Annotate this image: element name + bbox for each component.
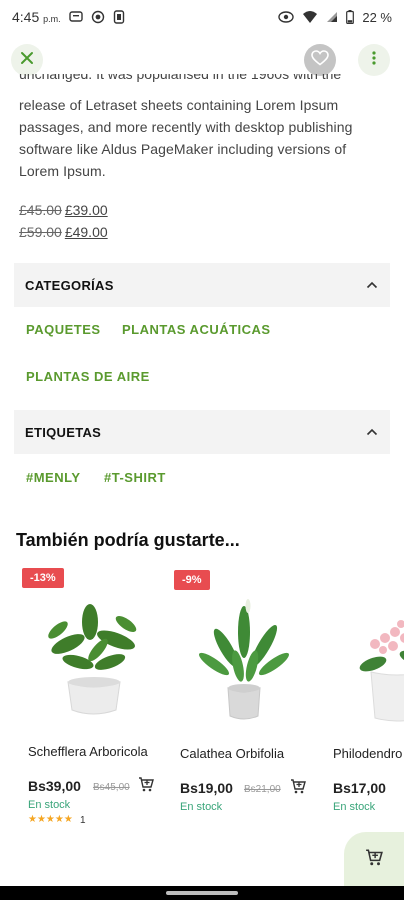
rating-stars: ★★★★★: [28, 814, 73, 825]
product-description: release of Letraset sheets containing Lo…: [19, 97, 353, 179]
product-image[interactable]: [38, 592, 148, 722]
message-icon: [68, 10, 83, 24]
categories-accordion-header[interactable]: CATEGORÍAS: [14, 263, 390, 307]
new-price: £39.00: [64, 202, 108, 218]
status-time: 4:45 p.m.: [12, 9, 61, 25]
product-card[interactable]: -13% Schefflera Arboricola Bs39,00 Bs45,…: [16, 566, 162, 846]
stock-status: En stock: [333, 801, 376, 813]
floating-cart-button[interactable]: [344, 832, 404, 886]
product-price: Bs39,00: [28, 778, 81, 794]
product-card[interactable]: Philodendro Bs17,00 En stock: [321, 566, 404, 846]
status-time-value: 4:45: [12, 9, 40, 25]
product-card[interactable]: -9% Calathea Orbifolia Bs19,00 Bs21,00 E…: [168, 566, 314, 846]
product-price: Bs19,00: [180, 780, 233, 796]
related-products-carousel[interactable]: -13% Schefflera Arboricola Bs39,00 Bs45,…: [0, 566, 404, 846]
tags-accordion-header[interactable]: ETIQUETAS: [14, 410, 390, 454]
product-price: Bs17,00: [333, 780, 386, 796]
product-old-price: Bs21,00: [244, 784, 281, 795]
product-old-price: Bs45,00: [93, 782, 130, 793]
discount-badge: -13%: [22, 568, 64, 588]
discount-badge: -9%: [174, 570, 210, 590]
tags-title: ETIQUETAS: [25, 424, 102, 440]
stock-status: En stock: [28, 799, 71, 811]
categories-title: CATEGORÍAS: [25, 277, 114, 293]
price-line-1: £45.00 £39.00: [19, 202, 108, 218]
product-name[interactable]: Calathea Orbifolia: [180, 746, 284, 761]
new-price: £49.00: [64, 224, 108, 240]
tag-link-t-shirt[interactable]: #T-SHIRT: [104, 470, 166, 485]
battery-percentage: 22 %: [362, 9, 392, 25]
cart-icon: [365, 848, 383, 871]
battery-icon: [346, 10, 355, 24]
heart-icon: [311, 49, 329, 71]
favorite-button[interactable]: [304, 44, 336, 76]
old-price: £59.00: [19, 224, 62, 240]
more-options-button[interactable]: [358, 44, 390, 76]
stock-status: En stock: [180, 801, 223, 813]
status-right: 22 %: [278, 10, 392, 25]
home-gesture-handle[interactable]: [166, 891, 238, 895]
signal-icon: [326, 11, 338, 23]
product-image[interactable]: [353, 592, 404, 722]
eye-icon: [278, 11, 295, 23]
add-to-cart-icon[interactable]: [290, 778, 306, 799]
related-products-title: También podría gustarte...: [16, 530, 240, 550]
chevron-up-icon: [366, 276, 378, 294]
close-button[interactable]: [11, 44, 43, 76]
status-bar: 4:45 p.m. 22 %: [0, 0, 404, 34]
category-link-plantas-de-aire[interactable]: PLANTAS DE AIRE: [26, 369, 150, 384]
product-name[interactable]: Schefflera Arboricola: [28, 744, 148, 759]
category-link-plantas-acuaticas[interactable]: PLANTAS ACUÁTICAS: [122, 322, 271, 337]
description-cut-text: unchanged. It was popularised in the 196…: [19, 74, 342, 82]
wifi-icon: [302, 10, 318, 24]
price-line-2: £59.00 £49.00: [19, 224, 108, 240]
close-icon: [20, 51, 34, 70]
storage-icon: [113, 10, 125, 24]
system-navigation-bar: [0, 886, 404, 900]
description-cut-line: unchanged. It was popularised in the 196…: [19, 74, 379, 86]
rating-count: 1: [80, 815, 86, 826]
add-to-cart-icon[interactable]: [138, 776, 154, 797]
more-vert-icon: [372, 50, 376, 70]
status-left: 4:45 p.m.: [12, 9, 125, 25]
status-time-suffix: p.m.: [43, 14, 61, 24]
chevron-up-icon: [366, 423, 378, 441]
product-image[interactable]: [188, 592, 298, 722]
tag-link-menly[interactable]: #MENLY: [26, 470, 81, 485]
product-name[interactable]: Philodendro: [333, 746, 402, 761]
old-price: £45.00: [19, 202, 62, 218]
category-link-paquetes[interactable]: PAQUETES: [26, 322, 101, 337]
target-icon: [91, 10, 105, 24]
